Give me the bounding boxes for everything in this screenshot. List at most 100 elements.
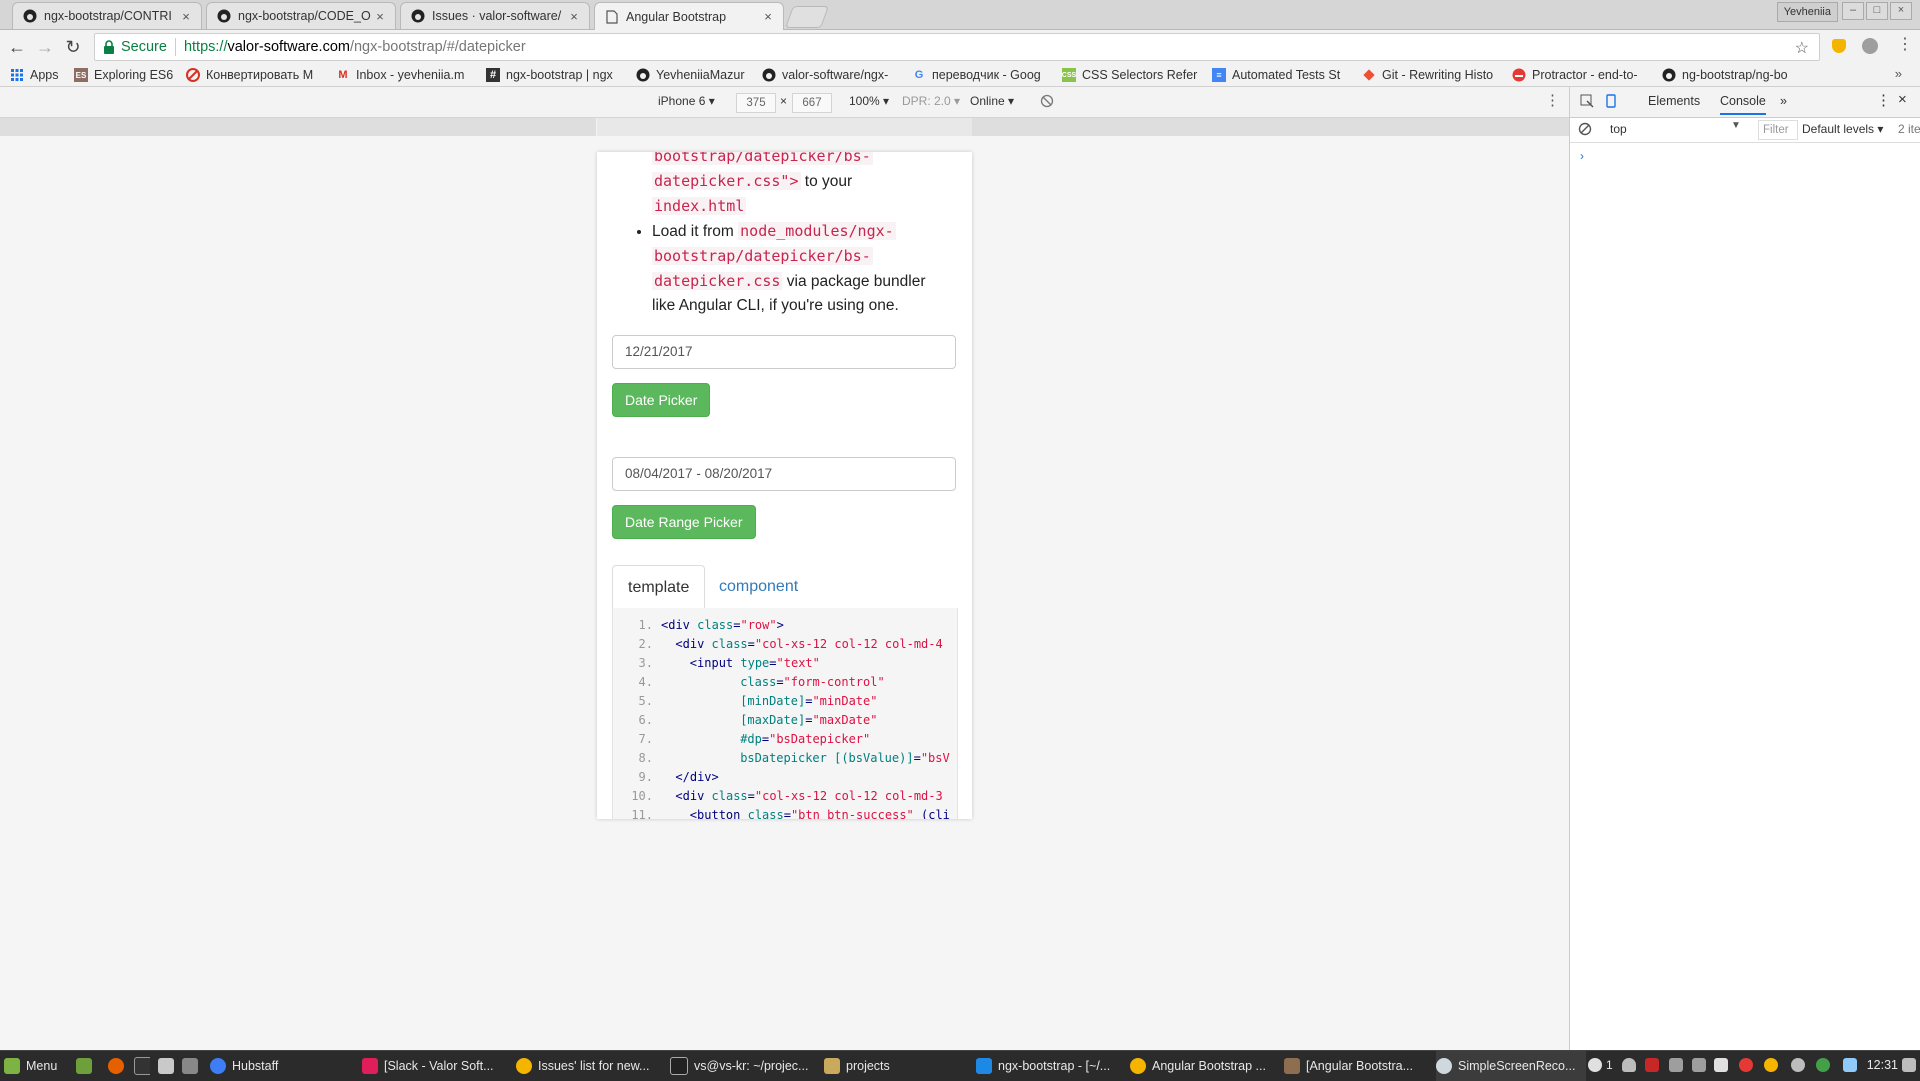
bookmark-convert[interactable]: Конвертировать М: [186, 64, 324, 86]
bookmark-ngx-bootstrap[interactable]: # ngx-bootstrap | ngx: [486, 64, 622, 86]
record-icon[interactable]: [1739, 1058, 1753, 1072]
taskbar-window[interactable]: Hubstaff: [210, 1051, 310, 1081]
back-arrow-icon[interactable]: ←: [6, 36, 28, 58]
bookmark-star-icon[interactable]: ☆: [1795, 38, 1809, 58]
taskbar-launcher[interactable]: [158, 1051, 174, 1081]
bookmark-automated-tests[interactable]: ≡ Automated Tests St: [1212, 64, 1350, 86]
taskbar-launcher[interactable]: [76, 1051, 92, 1081]
close-icon[interactable]: ×: [761, 9, 775, 24]
bookmark-valor-software[interactable]: valor-software/ngx-: [762, 64, 900, 86]
devtools-more-tabs-icon[interactable]: »: [1780, 94, 1787, 108]
bookmark-yevheniiamazur[interactable]: YevheniiaMazur: [636, 64, 752, 86]
browser-tab-4-active[interactable]: Angular Bootstrap ×: [594, 2, 784, 30]
date-picker-button[interactable]: Date Picker: [612, 383, 711, 417]
notification-icon[interactable]: [1902, 1058, 1916, 1072]
address-bar[interactable]: Secure https://valor-software.com/ngx-bo…: [94, 33, 1820, 61]
maximize-icon[interactable]: □: [1866, 2, 1888, 20]
device-toggle-icon[interactable]: [1604, 94, 1618, 111]
bookmark-ng-bootstrap[interactable]: ng-bootstrap/ng-bo: [1662, 64, 1802, 86]
rotate-icon[interactable]: [1040, 94, 1054, 111]
github-icon: [23, 9, 37, 23]
inspect-element-icon[interactable]: [1580, 94, 1594, 111]
chevron-down-icon: ▾: [883, 94, 890, 108]
taskbar-launcher[interactable]: [182, 1051, 198, 1081]
user-tray-icon[interactable]: [1622, 1058, 1636, 1072]
taskbar-menu[interactable]: Menu: [4, 1051, 70, 1081]
daterangepicker-input[interactable]: 08/04/2017 - 08/20/2017: [612, 457, 956, 491]
code-token: [minDate]: [740, 694, 806, 708]
bookmark-css-selectors[interactable]: CSS CSS Selectors Refer: [1062, 64, 1198, 86]
dpr-select[interactable]: DPR: 2.0 ▾: [902, 94, 960, 108]
context-select[interactable]: top: [1610, 122, 1627, 136]
device-toolbar-menu-icon[interactable]: ⋮: [1545, 91, 1560, 109]
tab-template[interactable]: template: [612, 565, 706, 609]
bookmark-exploring-es6[interactable]: ES Exploring ES6: [74, 64, 178, 86]
settings-gear-icon[interactable]: [1791, 1058, 1805, 1072]
bookmark-translator[interactable]: G переводчик - Goog: [912, 64, 1048, 86]
ruler-segment[interactable]: [972, 118, 1570, 136]
log-levels-select[interactable]: Default levels ▾: [1802, 122, 1883, 136]
devtools-close-icon[interactable]: ×: [1898, 91, 1907, 108]
date-range-picker-button[interactable]: Date Range Picker: [612, 505, 756, 539]
volume-icon[interactable]: [1669, 1058, 1683, 1072]
device-height-input[interactable]: 667: [792, 93, 832, 113]
taskbar-window[interactable]: [Angular Bootstra...: [1284, 1051, 1434, 1081]
browser-tab-1[interactable]: ngx-bootstrap/CONTRI ×: [12, 2, 202, 29]
browser-tab-3[interactable]: Issues · valor-software/ ×: [400, 2, 590, 29]
browser-tab-2[interactable]: ngx-bootstrap/CODE_O ×: [206, 2, 396, 29]
profile-name[interactable]: Yevheniia: [1776, 2, 1838, 22]
minimize-icon[interactable]: –: [1842, 2, 1864, 20]
window-close-icon[interactable]: ×: [1890, 2, 1912, 20]
chrome-tray-icon[interactable]: [1764, 1058, 1778, 1072]
clear-console-icon[interactable]: [1578, 122, 1592, 139]
code-token: =: [747, 789, 755, 803]
datepicker-input[interactable]: 12/21/2017: [612, 335, 956, 369]
network-throttle-select[interactable]: Online ▾: [970, 94, 1014, 108]
taskbar-window[interactable]: [Slack - Valor Soft...: [362, 1051, 512, 1081]
taskbar-launcher[interactable]: [108, 1051, 124, 1081]
bookmark-label: valor-software/ngx-: [782, 68, 889, 82]
bookmark-inbox[interactable]: M Inbox - yevheniia.m: [336, 64, 474, 86]
us-flag-icon[interactable]: [1645, 1058, 1659, 1072]
taskbar-window[interactable]: Angular Bootstrap ...: [1130, 1051, 1280, 1081]
bookmark-git-rewriting-history[interactable]: Git - Rewriting Histo: [1362, 64, 1502, 86]
close-icon[interactable]: ×: [373, 9, 387, 24]
close-icon[interactable]: ×: [567, 9, 581, 24]
browser-tab-title: ngx-bootstrap/CONTRI: [44, 9, 172, 23]
devtools-menu-icon[interactable]: ⋮: [1876, 91, 1891, 109]
device-screen[interactable]: bootstrap/datepicker/bs- datepicker.css"…: [597, 152, 972, 819]
new-tab-button[interactable]: [784, 6, 830, 28]
forward-arrow-icon[interactable]: →: [34, 36, 56, 58]
ruler-segment[interactable]: [0, 118, 597, 136]
devtools-tab-console[interactable]: Console: [1720, 94, 1766, 115]
devtools-panel: Elements Console » ⋮ × top ▼ Filter Defa…: [1569, 87, 1920, 1050]
console-prompt[interactable]: ›: [1580, 149, 1584, 163]
shield-icon[interactable]: [1843, 1058, 1857, 1072]
zoom-select[interactable]: 100% ▾: [849, 94, 889, 108]
update-icon[interactable]: [1816, 1058, 1830, 1072]
extension-shield-icon[interactable]: [1832, 39, 1846, 53]
bookmarks-overflow-chevron-icon[interactable]: »: [1895, 66, 1902, 81]
console-filter-input[interactable]: Filter: [1758, 120, 1798, 140]
chrome-menu-icon[interactable]: ⋮: [1897, 36, 1913, 54]
menu-icon: [4, 1058, 20, 1074]
extension-avatar-icon[interactable]: [1862, 38, 1878, 54]
info-tray-icon[interactable]: [1588, 1058, 1602, 1072]
tab-component[interactable]: component: [704, 565, 813, 608]
device-select[interactable]: iPhone 6 ▾: [658, 94, 715, 108]
clipboard-icon[interactable]: [1714, 1058, 1728, 1072]
demo-tabs: template component: [612, 565, 956, 609]
taskbar-window[interactable]: ngx-bootstrap - [~/...: [976, 1051, 1126, 1081]
taskbar-window[interactable]: SimpleScreenReco...: [1436, 1051, 1586, 1081]
taskbar-window[interactable]: projects: [824, 1051, 974, 1081]
device-width-input[interactable]: 375: [736, 93, 776, 113]
devtools-tab-elements[interactable]: Elements: [1648, 94, 1700, 108]
taskbar-window[interactable]: vs@vs-kr: ~/projec...: [670, 1051, 820, 1081]
taskbar-window[interactable]: Issues' list for new...: [516, 1051, 666, 1081]
bookmark-apps[interactable]: Apps: [10, 64, 66, 86]
bookmark-protractor[interactable]: Protractor - end-to-: [1512, 64, 1652, 86]
network-icon[interactable]: [1692, 1058, 1706, 1072]
taskbar-launcher[interactable]: [134, 1051, 150, 1081]
reload-icon[interactable]: ↻: [62, 36, 84, 58]
close-icon[interactable]: ×: [179, 9, 193, 24]
